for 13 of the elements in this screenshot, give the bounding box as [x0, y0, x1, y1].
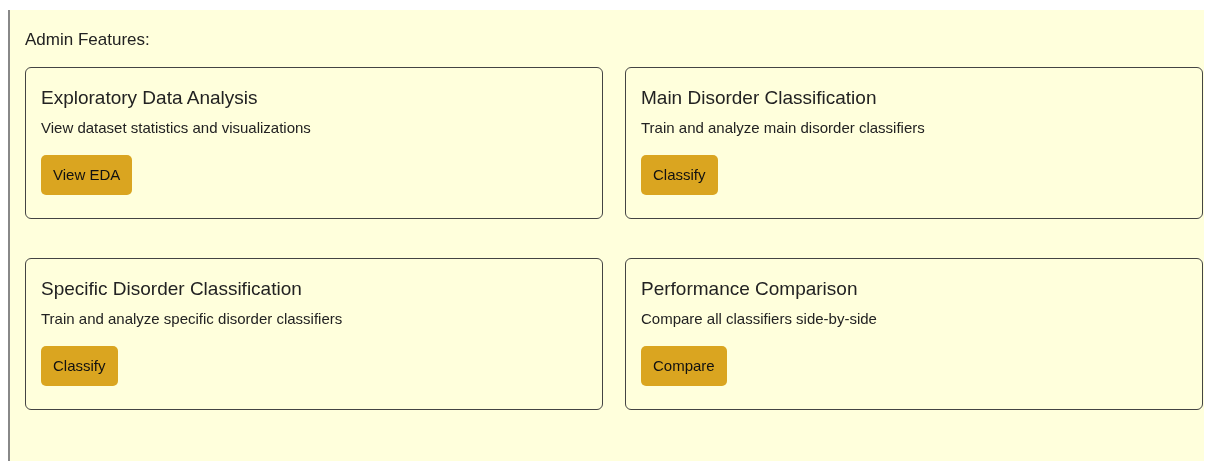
- card-title: Performance Comparison: [641, 278, 859, 302]
- action-button[interactable]: Classify: [641, 155, 718, 195]
- card-description: Compare all classifiers side-by-side: [641, 310, 878, 329]
- card-title: Exploratory Data Analysis: [41, 87, 259, 111]
- action-button[interactable]: Classify: [41, 346, 118, 386]
- card-title: Main Disorder Classification: [641, 87, 878, 111]
- card-description: View dataset statistics and visualizations: [41, 119, 312, 138]
- card-description: Train and analyze main disorder classifiers: [641, 119, 926, 138]
- action-button[interactable]: View EDA: [41, 155, 133, 195]
- card-title: Specific Disorder Classification: [41, 278, 303, 302]
- card-description: Train and analyze specific disorder classifiers: [41, 310, 344, 329]
- section-heading: Admin Features:: [25, 30, 151, 51]
- action-button[interactable]: Compare: [641, 346, 727, 386]
